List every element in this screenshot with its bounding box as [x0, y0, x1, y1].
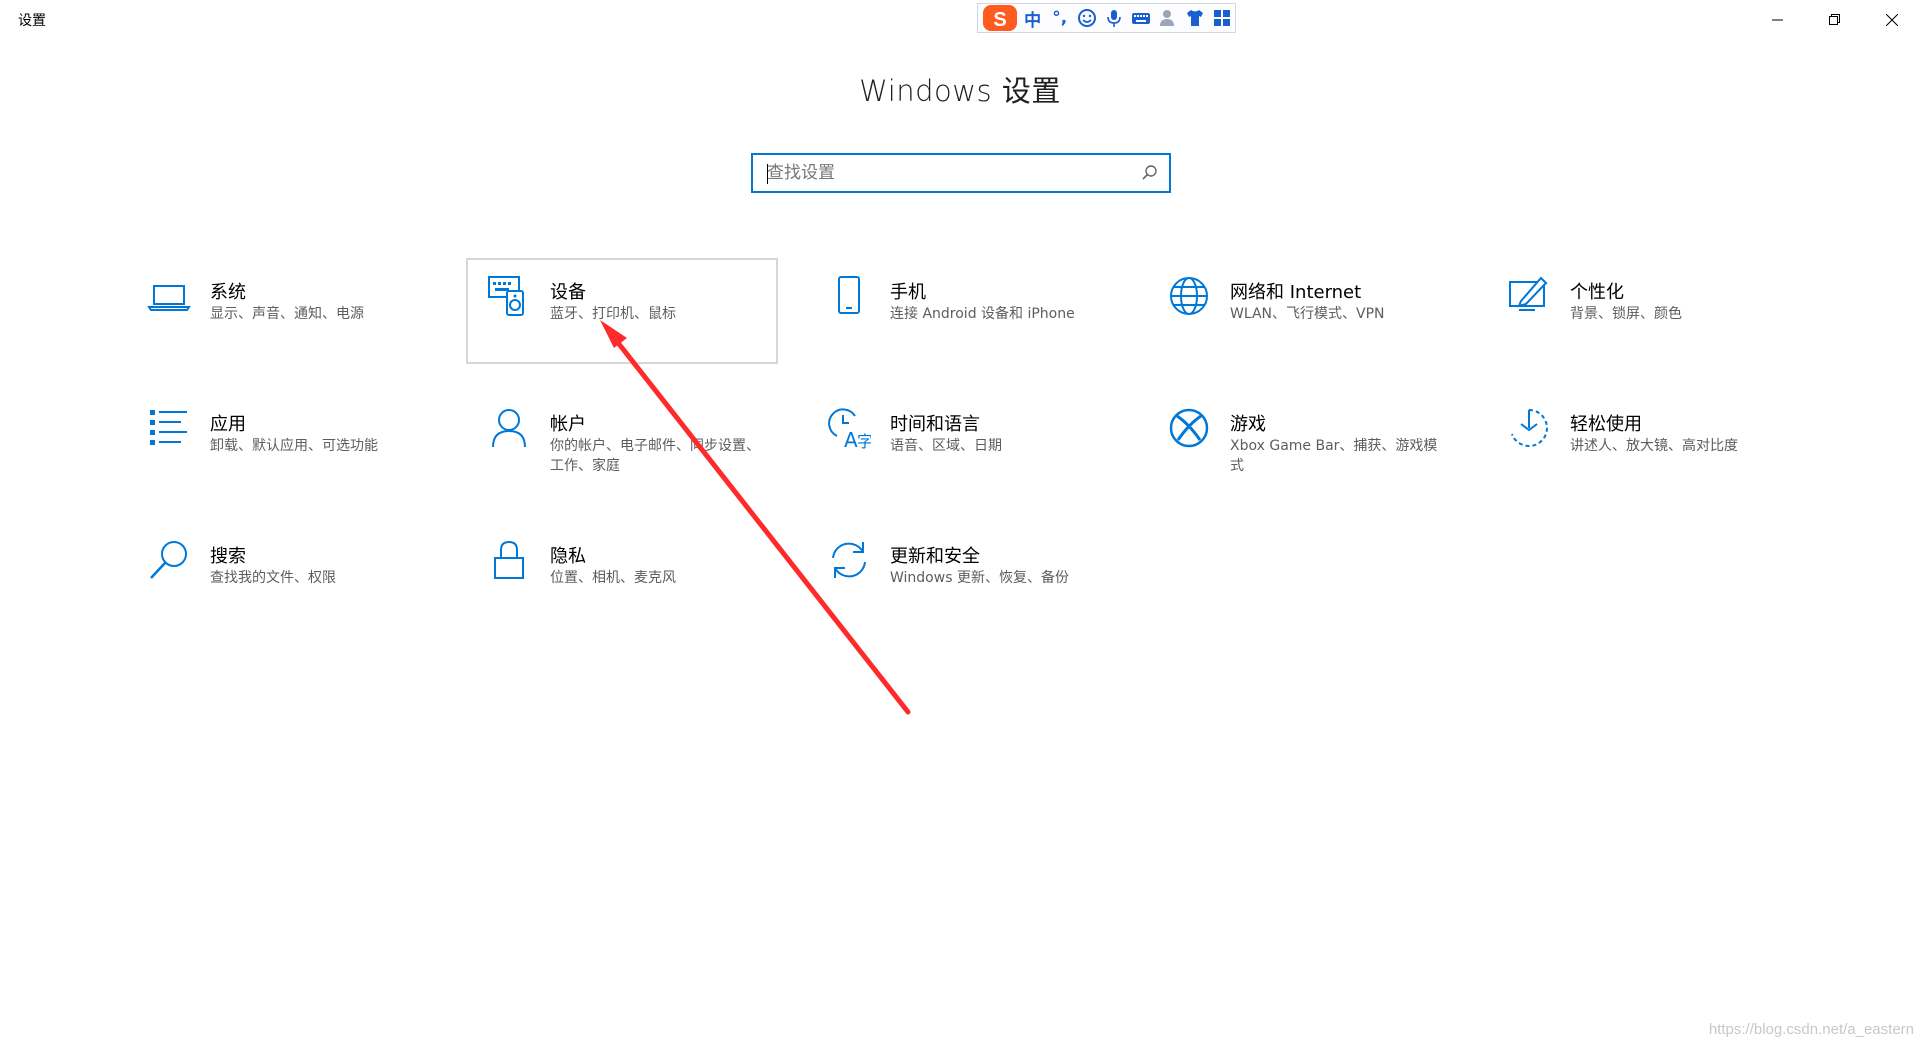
ease-of-access-icon: [1507, 406, 1551, 450]
emoji-icon[interactable]: [1074, 4, 1099, 32]
phone-icon: [827, 274, 871, 318]
watermark: https://blog.csdn.net/a_eastern: [1708, 1021, 1914, 1038]
tile-description: Windows 更新、恢复、备份: [890, 570, 1069, 586]
page-title: Windows 设置: [859, 74, 1061, 108]
close-button[interactable]: [1863, 0, 1920, 40]
search-input[interactable]: [767, 155, 1107, 191]
tile-name: 搜索: [210, 546, 246, 567]
tile-name: 手机: [890, 282, 926, 303]
window-title: 设置: [18, 13, 46, 29]
tile-description: WLAN、飞行模式、VPN: [1230, 306, 1385, 322]
window-controls: [1749, 0, 1920, 40]
laptop-icon: [147, 274, 191, 318]
tile-apps[interactable]: 应用 卸载、默认应用、可选功能: [126, 390, 438, 496]
tile-personalization[interactable]: 个性化 背景、锁屏、颜色: [1486, 258, 1798, 364]
tile-phone[interactable]: 手机 连接 Android 设备和 iPhone: [806, 258, 1118, 364]
sogou-logo[interactable]: S: [982, 4, 1018, 32]
lock-icon: [487, 538, 531, 582]
tile-devices[interactable]: 设备 蓝牙、打印机、鼠标: [466, 258, 778, 364]
tile-network[interactable]: 网络和 Internet WLAN、飞行模式、VPN: [1146, 258, 1458, 364]
tile-gaming[interactable]: 游戏 Xbox Game Bar、捕获、游戏模式: [1146, 390, 1458, 496]
paint-icon: [1507, 274, 1551, 318]
toolbox-icon[interactable]: [1210, 4, 1235, 32]
tile-name: 设备: [550, 282, 586, 303]
tile-name: 时间和语言: [890, 414, 980, 435]
search-box[interactable]: [751, 153, 1171, 193]
xbox-icon: [1167, 406, 1211, 450]
tile-accounts[interactable]: 帐户 你的帐户、电子邮件、同步设置、工作、家庭: [466, 390, 778, 496]
restore-icon: [1828, 14, 1840, 25]
punctuation-toggle[interactable]: °,: [1047, 4, 1072, 32]
tile-description: 位置、相机、麦克风: [550, 570, 676, 586]
tile-name: 系统: [210, 282, 246, 303]
tile-description: 你的帐户、电子邮件、同步设置、工作、家庭: [550, 438, 760, 474]
tile-description: 讲述人、放大镜、高对比度: [1570, 438, 1738, 454]
ime-toolbar: S 中 °,: [977, 3, 1236, 33]
svg-text:S: S: [993, 9, 1006, 31]
tile-description: Xbox Game Bar、捕获、游戏模式: [1230, 438, 1438, 474]
tile-ease-of-access[interactable]: 轻松使用 讲述人、放大镜、高对比度: [1486, 390, 1798, 496]
tile-privacy[interactable]: 隐私 位置、相机、麦克风: [466, 522, 778, 628]
tile-description: 卸载、默认应用、可选功能: [210, 438, 378, 454]
tile-name: 轻松使用: [1570, 414, 1642, 435]
minimize-icon: [1771, 19, 1783, 21]
tile-description: 查找我的文件、权限: [210, 570, 336, 586]
tile-name: 更新和安全: [890, 546, 980, 567]
tile-system[interactable]: 系统 显示、声音、通知、电源: [126, 258, 438, 364]
user-icon[interactable]: [1156, 4, 1181, 32]
minimize-button[interactable]: [1749, 0, 1806, 40]
microphone-icon[interactable]: [1101, 4, 1126, 32]
text-caret: [767, 164, 768, 184]
apps-list-icon: [147, 406, 191, 450]
tile-description: 背景、锁屏、颜色: [1570, 306, 1682, 322]
tile-name: 隐私: [550, 546, 586, 567]
title-bar: 设置: [0, 0, 1920, 40]
skin-icon[interactable]: [1183, 4, 1208, 32]
time-language-icon: A字: [827, 406, 871, 450]
keyboard-speaker-icon: [487, 274, 531, 318]
tile-name: 网络和 Internet: [1230, 282, 1362, 303]
tile-search[interactable]: 搜索 查找我的文件、权限: [126, 522, 438, 628]
input-mode-toggle[interactable]: 中: [1020, 4, 1045, 32]
tile-name: 应用: [210, 414, 246, 435]
update-icon: [827, 538, 871, 582]
search-icon[interactable]: [1141, 164, 1159, 182]
close-icon: [1885, 14, 1898, 26]
tile-description: 连接 Android 设备和 iPhone: [890, 306, 1075, 322]
keyboard-icon[interactable]: [1129, 4, 1154, 32]
search-icon: [147, 538, 191, 582]
svg-text:A: A: [844, 428, 858, 450]
tile-name: 游戏: [1230, 414, 1266, 435]
svg-text:字: 字: [857, 432, 871, 450]
restore-button[interactable]: [1806, 0, 1863, 40]
person-icon: [487, 406, 531, 450]
tile-update-security[interactable]: 更新和安全 Windows 更新、恢复、备份: [806, 522, 1118, 628]
tile-name: 个性化: [1570, 282, 1624, 303]
tile-name: 帐户: [550, 414, 586, 435]
tile-description: 蓝牙、打印机、鼠标: [550, 306, 676, 322]
tile-time-language[interactable]: A字 时间和语言 语音、区域、日期: [806, 390, 1118, 496]
tile-description: 语音、区域、日期: [890, 438, 1002, 454]
globe-icon: [1167, 274, 1211, 318]
tile-description: 显示、声音、通知、电源: [210, 306, 364, 322]
